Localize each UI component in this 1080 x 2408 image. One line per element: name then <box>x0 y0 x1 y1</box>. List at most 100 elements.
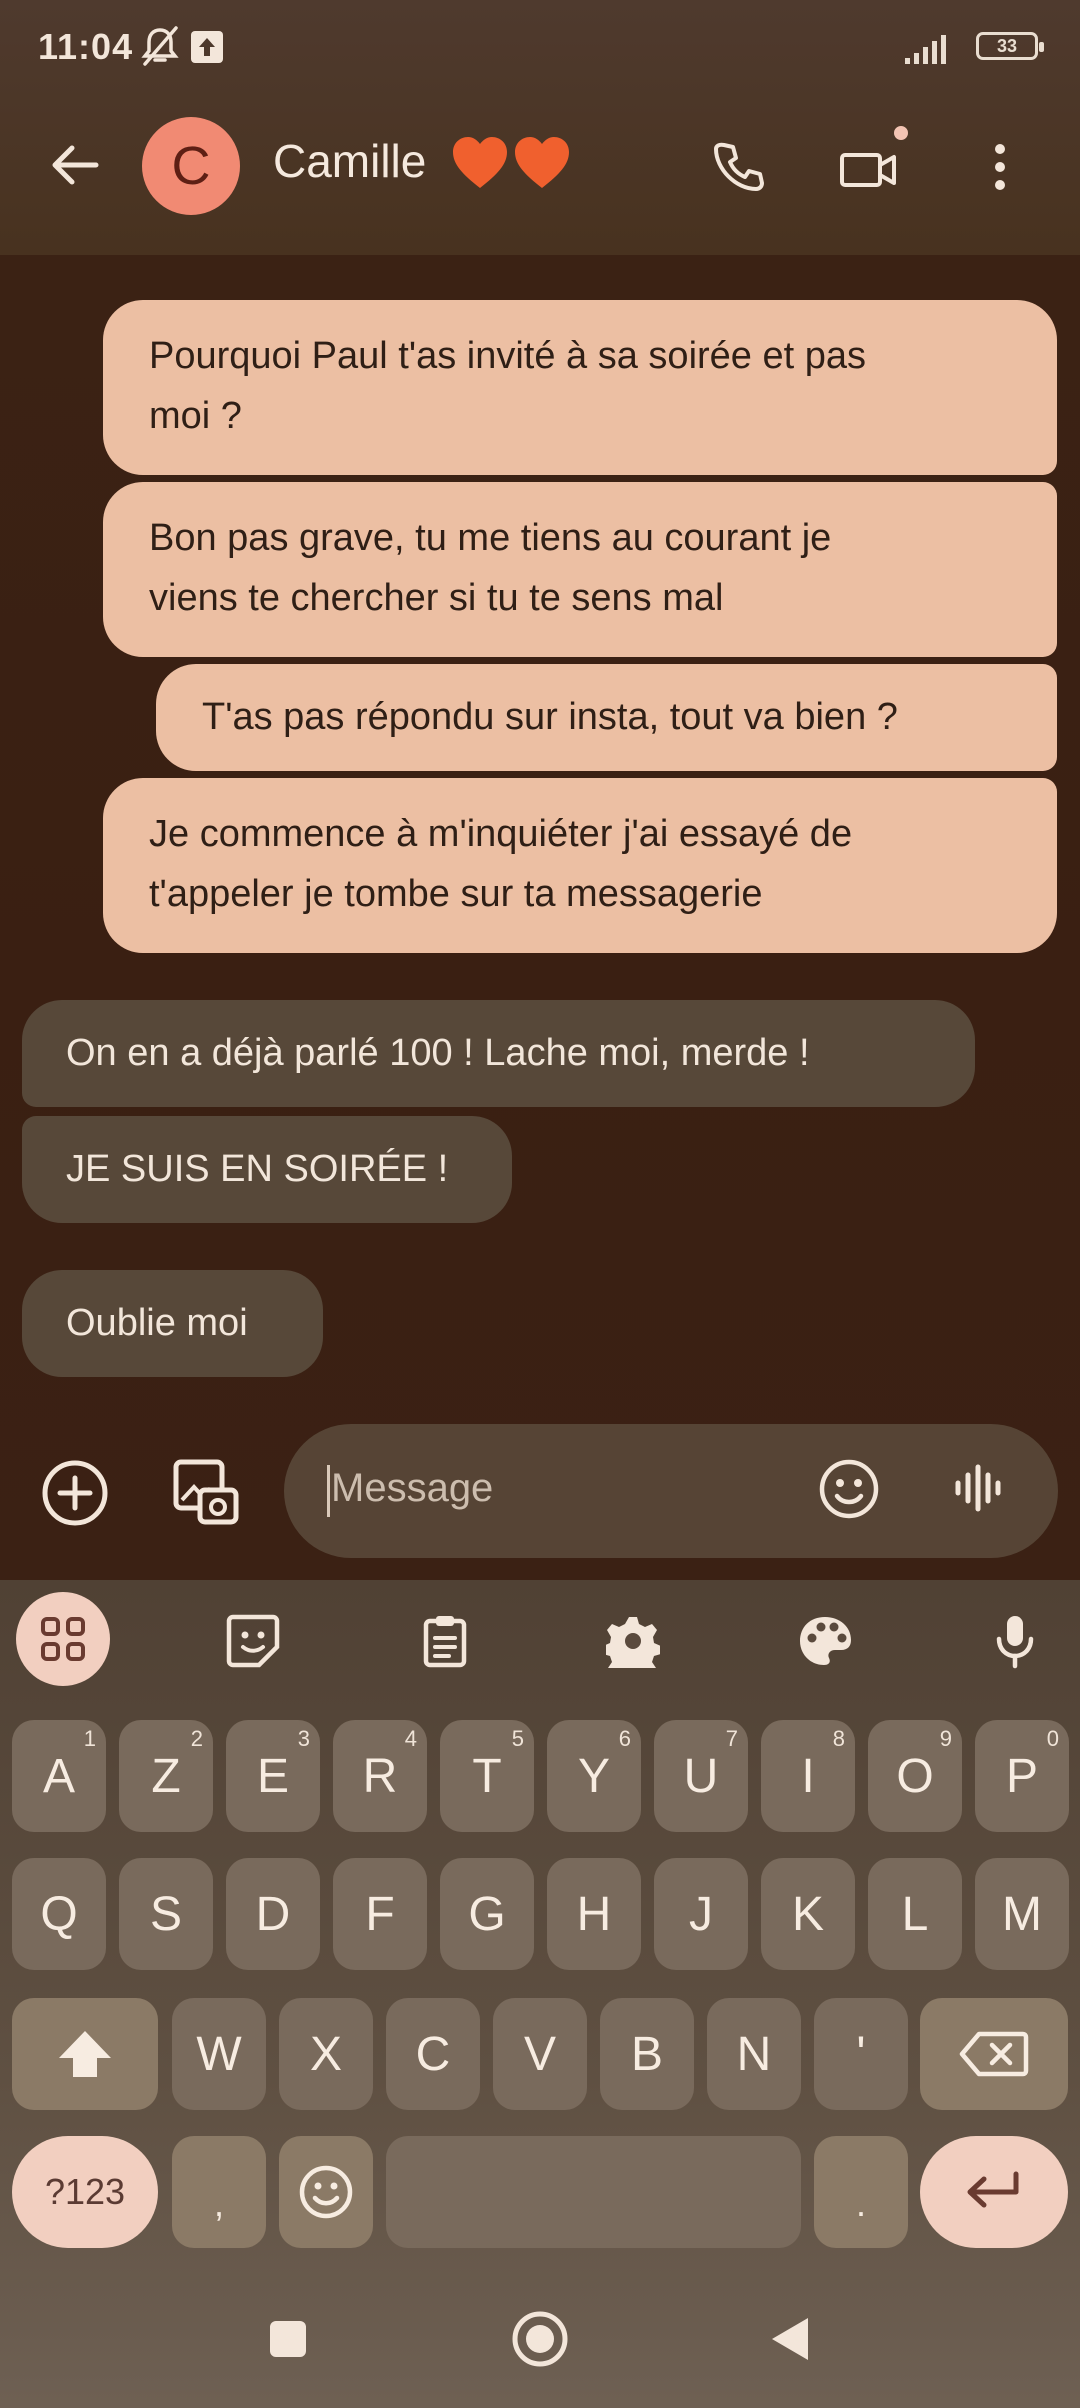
key-label: X <box>309 2027 342 2081</box>
message-incoming[interactable]: Oublie moi <box>22 1270 323 1377</box>
message-outgoing[interactable]: Bon pas grave, tu me tiens au courant je… <box>103 482 1057 657</box>
message-line: JE SUIS EN SOIRÉE ! <box>66 1148 449 1190</box>
notifications-off-icon <box>140 24 180 73</box>
enter-key[interactable] <box>920 2136 1068 2248</box>
key-label: G <box>468 1887 506 1941</box>
key-k[interactable]: K <box>761 1858 855 1970</box>
key-number: 2 <box>190 1726 203 1751</box>
emoji-key[interactable] <box>279 2136 373 2248</box>
key-o[interactable]: O9 <box>868 1720 962 1832</box>
message-incoming[interactable]: On en a déjà parlé 100 ! Lache moi, merd… <box>22 1000 975 1107</box>
key-label: A <box>42 1749 75 1803</box>
message-outgoing[interactable]: Pourquoi Paul t'as invité à sa soirée et… <box>103 300 1057 475</box>
theme-palette-icon[interactable] <box>790 1606 860 1676</box>
key-label: F <box>365 1887 395 1941</box>
key-q[interactable]: Q <box>12 1858 106 1970</box>
key-label: C <box>415 2027 451 2081</box>
comma-key[interactable]: , <box>172 2136 266 2248</box>
shift-key[interactable] <box>12 1998 158 2110</box>
key-label: Y <box>577 1749 610 1803</box>
key-j[interactable]: J <box>654 1858 748 1970</box>
key-label: P <box>1005 1749 1038 1803</box>
message-line: t'appeler je tombe sur ta messagerie <box>149 873 763 915</box>
add-attachment-icon[interactable] <box>40 1458 110 1528</box>
clipboard-icon[interactable] <box>410 1606 480 1676</box>
key-p[interactable]: P0 <box>975 1720 1069 1832</box>
key-t[interactable]: T5 <box>440 1720 534 1832</box>
symbols-key[interactable]: ?123 <box>12 2136 158 2248</box>
phone-call-icon[interactable] <box>703 132 773 202</box>
key-i[interactable]: I8 <box>761 1720 855 1832</box>
settings-gear-icon[interactable] <box>598 1606 668 1676</box>
key-number: 0 <box>1046 1726 1059 1751</box>
key-label: Q <box>40 1887 78 1941</box>
key-label: W <box>196 2027 242 2081</box>
key-label: H <box>576 1887 612 1941</box>
key-e[interactable]: E3 <box>226 1720 320 1832</box>
microphone-icon[interactable] <box>980 1606 1050 1676</box>
message-line: viens te chercher si tu te sens mal <box>149 577 724 619</box>
video-call-icon[interactable] <box>835 134 905 204</box>
more-options-icon[interactable] <box>975 137 1025 197</box>
key-v[interactable]: V <box>493 1998 587 2110</box>
key-g[interactable]: G <box>440 1858 534 1970</box>
backspace-key[interactable] <box>920 1998 1068 2110</box>
key-label: O <box>896 1749 934 1803</box>
gallery-camera-icon[interactable] <box>168 1454 244 1530</box>
key-a[interactable]: A1 <box>12 1720 106 1832</box>
key-label: R <box>362 1749 398 1803</box>
battery-icon: 33 <box>976 32 1044 60</box>
key-y[interactable]: Y6 <box>547 1720 641 1832</box>
contact-name[interactable]: Camille <box>273 134 426 188</box>
key-r[interactable]: R4 <box>333 1720 427 1832</box>
message-outgoing[interactable]: T'as pas répondu sur insta, tout va bien… <box>156 664 1057 771</box>
recents-square-icon[interactable] <box>258 2309 318 2369</box>
key-label: U <box>683 1749 719 1803</box>
emoji-icon[interactable] <box>816 1456 882 1522</box>
key-label: ' <box>856 2027 866 2081</box>
message-outgoing[interactable]: Je commence à m'inquiéter j'ai essayé de… <box>103 778 1057 953</box>
message-line: On en a déjà parlé 100 ! Lache moi, merd… <box>66 1032 810 1074</box>
key-b[interactable]: B <box>600 1998 694 2110</box>
message-incoming[interactable]: JE SUIS EN SOIRÉE ! <box>22 1116 512 1223</box>
key-number: 7 <box>725 1726 738 1751</box>
message-line: Oublie moi <box>66 1302 248 1344</box>
sticker-icon[interactable] <box>218 1606 288 1676</box>
message-line: Bon pas grave, tu me tiens au courant je <box>149 517 832 559</box>
key-number: 1 <box>83 1726 96 1751</box>
key-label: ?123 <box>44 2171 126 2212</box>
message-line: moi ? <box>149 395 242 437</box>
message-line: Pourquoi Paul t'as invité à sa soirée et… <box>149 335 867 377</box>
key-number: 8 <box>832 1726 845 1751</box>
voice-message-icon[interactable] <box>950 1458 1010 1518</box>
key-n[interactable]: N <box>707 1998 801 2110</box>
key-d[interactable]: D <box>226 1858 320 1970</box>
period-key[interactable]: . <box>814 2136 908 2248</box>
key-label: I <box>801 1749 815 1803</box>
key-label: T <box>472 1749 502 1803</box>
key-w[interactable]: W <box>172 1998 266 2110</box>
back-arrow-icon[interactable] <box>45 135 105 195</box>
video-notification-dot <box>894 126 908 140</box>
contact-avatar[interactable]: C <box>142 117 240 215</box>
key-s[interactable]: S <box>119 1858 213 1970</box>
key-m[interactable]: M <box>975 1858 1069 1970</box>
system-nav-bar <box>0 2285 1080 2408</box>
key-label: S <box>149 1887 182 1941</box>
back-triangle-icon[interactable] <box>760 2309 820 2369</box>
keyboard-background <box>0 1580 1080 2408</box>
key-label: L <box>901 1887 929 1941</box>
key-z[interactable]: Z2 <box>119 1720 213 1832</box>
space-key[interactable] <box>386 2136 801 2248</box>
key-f[interactable]: F <box>333 1858 427 1970</box>
key-u[interactable]: U7 <box>654 1720 748 1832</box>
home-circle-icon[interactable] <box>505 2304 575 2374</box>
keyboard-apps-icon[interactable] <box>16 1592 110 1686</box>
key-c[interactable]: C <box>386 1998 480 2110</box>
status-bar: 11:04 33 <box>0 0 1080 100</box>
key-l[interactable]: L <box>868 1858 962 1970</box>
key-label: K <box>791 1887 824 1941</box>
key-h[interactable]: H <box>547 1858 641 1970</box>
key-x[interactable]: X <box>279 1998 373 2110</box>
key-apostrophe[interactable]: ' <box>814 1998 908 2110</box>
